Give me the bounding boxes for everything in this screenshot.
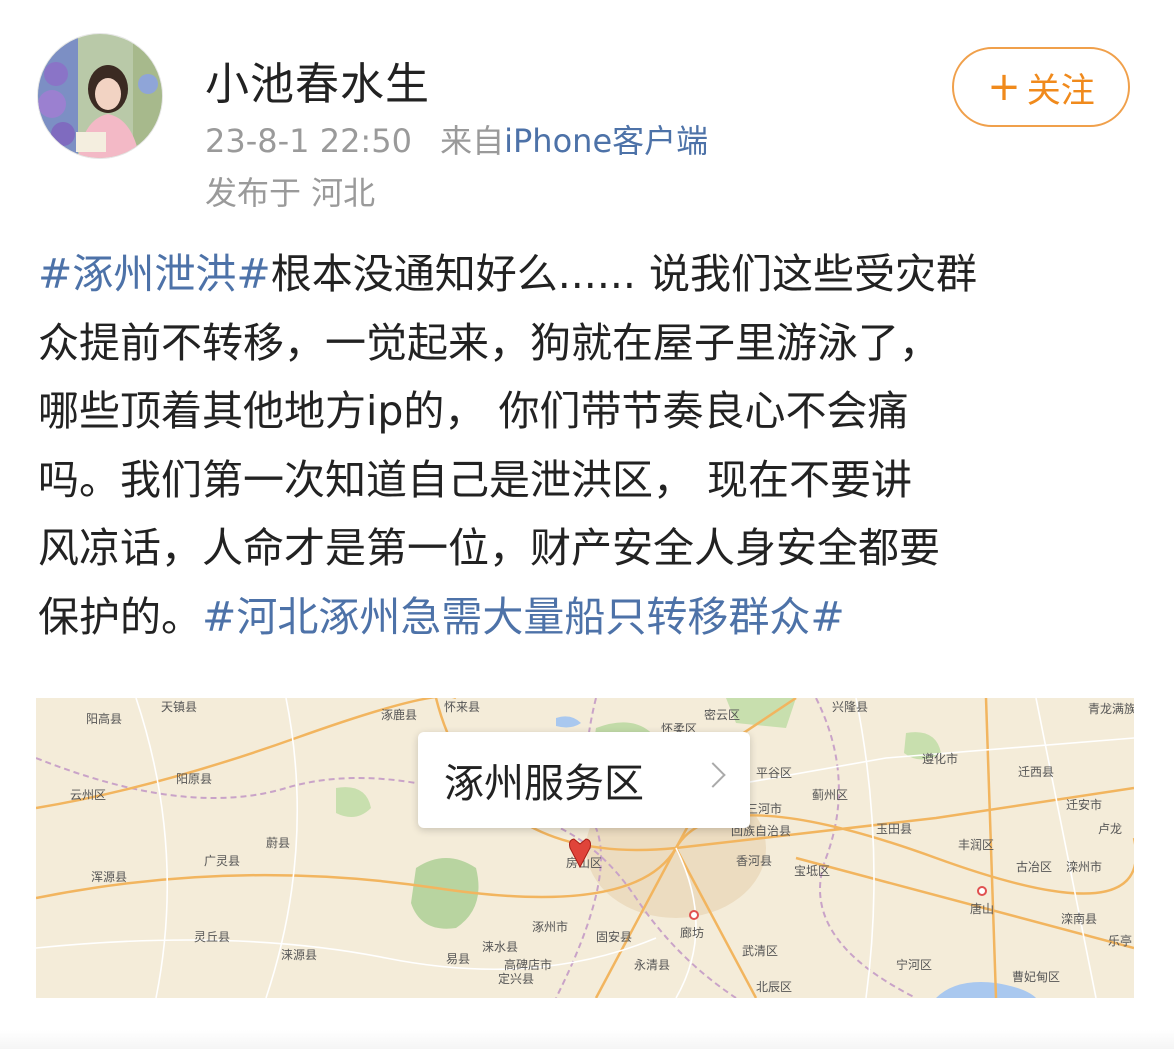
map-place-label: 曹妃甸区 [1012, 970, 1061, 984]
map-place-label: 北辰区 [756, 980, 793, 994]
post-text-line: 风凉话，人命才是第一位，财产安全人身安全都要 [38, 514, 1138, 583]
map-place-label: 滦南县 [1061, 912, 1098, 926]
map-place-label: 玉田县 [876, 822, 913, 836]
poi-name: 涿州服务区 [444, 761, 644, 807]
map-place-label: 遵化市 [922, 752, 959, 766]
post-text-line: 保护的。#河北涿州急需大量船只转移群众# [38, 583, 1138, 652]
map-place-label: 宁河区 [896, 958, 933, 972]
map-place-label: 阳原县 [176, 772, 213, 786]
post-text-segment: 风凉话，人命才是第一位，财产安全人身安全都要 [38, 524, 940, 572]
map-place-label: 唐山 [970, 902, 995, 916]
map-place-label: 蓟州区 [812, 788, 849, 802]
map-place-label: 蔚县 [266, 836, 291, 850]
map-place-label: 迁安市 [1066, 798, 1103, 812]
post-text-segment: 根本没通知好么...... 说我们这些受灾群 [270, 250, 977, 298]
post-text: #涿州泄洪#根本没通知好么...... 说我们这些受灾群众提前不转移，一觉起来，… [38, 240, 1138, 651]
map-place-label: 广灵县 [204, 854, 241, 868]
map-place-label: 永清县 [634, 958, 671, 972]
map-place-label: 易县 [446, 952, 471, 966]
post-text-segment: 保护的。 [38, 592, 202, 641]
map-place-label: 迁西县 [1018, 765, 1055, 779]
map-place-label: 涞源县 [281, 948, 318, 962]
map-place-label: 涿鹿县 [381, 708, 418, 722]
map-place-label: 怀来县 [444, 700, 481, 714]
map-place-label: 密云区 [704, 708, 741, 722]
map-place-label: 卢龙 [1098, 822, 1123, 836]
map-place-label: 古冶区 [1016, 860, 1053, 874]
map-place-label: 宝坻区 [794, 864, 831, 878]
follow-button[interactable]: + 关注 [952, 47, 1130, 127]
post-text-line: 众提前不转移，一觉起来，狗就在屋子里游泳了， [38, 309, 1138, 378]
post-header: 小池春水生 23-8-1 22:50 来自iPhone客户端 发布于 河北 + … [0, 0, 1174, 240]
hashtag-link[interactable]: #涿州泄洪# [38, 250, 271, 298]
map-pin-icon [569, 838, 591, 868]
map-place-label: 廊坊 [680, 926, 705, 940]
username[interactable]: 小池春水生 [205, 48, 430, 112]
map-place-label: 阳高县 [86, 712, 123, 726]
map-place-label: 三河市 [746, 802, 783, 816]
map-place-label: 香河县 [736, 854, 773, 868]
map-place-label: 青龙满族 [1088, 702, 1134, 716]
post-timestamp: 23-8-1 22:50 [205, 122, 412, 160]
map-place-label: 平谷区 [756, 766, 793, 780]
post-text-line: 哪些顶着其他地方ip的， 你们带节奏良心不会痛 [38, 377, 1138, 446]
poi-popup[interactable]: 涿州服务区 [418, 732, 750, 828]
map-place-label: 定兴县 [498, 972, 535, 986]
post-location: 发布于 河北 [205, 174, 376, 212]
post-text-segment: 众提前不转移，一觉起来，狗就在屋子里游泳了， [38, 318, 940, 367]
map-place-label: 云州区 [70, 788, 107, 802]
post-text-line: 吗。我们第一次知道自己是泄洪区， 现在不要讲 [38, 446, 1138, 515]
hashtag-link[interactable]: #河北涿州急需大量船只转移群众# [202, 593, 845, 641]
post-meta: 23-8-1 22:50 来自iPhone客户端 [205, 116, 708, 162]
map-place-label: 乐亭 [1108, 934, 1133, 948]
map-place-label: 滦州市 [1066, 860, 1103, 874]
post-text-line: #涿州泄洪#根本没通知好么...... 说我们这些受灾群 [38, 240, 1138, 309]
source-device-link[interactable]: iPhone客户端 [504, 122, 708, 160]
avatar-image [38, 34, 162, 158]
map-place-label: 固安县 [596, 930, 633, 944]
map-place-label: 涞水县 [482, 940, 519, 954]
map-place-label: 涿州市 [532, 920, 569, 934]
map-place-label: 武清区 [742, 944, 779, 958]
map-place-label: 天镇县 [161, 700, 198, 714]
chevron-right-icon [700, 762, 726, 788]
map-card[interactable]: 阳高县 天镇县 涿鹿县 怀来县 怀柔区 密云区 兴隆县 青龙满族 阳原县 云州区 遵化市 迁西县 平谷区… [36, 698, 1134, 998]
post-text-segment: 吗。我们第一次知道自己是泄洪区， 现在不要讲 [38, 455, 913, 504]
map-place-label: 兴隆县 [832, 700, 869, 714]
bottom-divider [0, 1030, 1174, 1049]
map-place-label: 丰润区 [958, 838, 995, 852]
map-place-label: 浑源县 [91, 870, 128, 884]
follow-label: 关注 [1026, 70, 1095, 111]
post-text-segment: 哪些顶着其他地方ip的， 你们带节奏良心不会痛 [38, 387, 909, 435]
map-place-label: 灵丘县 [194, 930, 231, 944]
source-prefix: 来自 [440, 122, 505, 160]
plus-icon: + [987, 64, 1021, 110]
avatar[interactable] [37, 33, 163, 159]
